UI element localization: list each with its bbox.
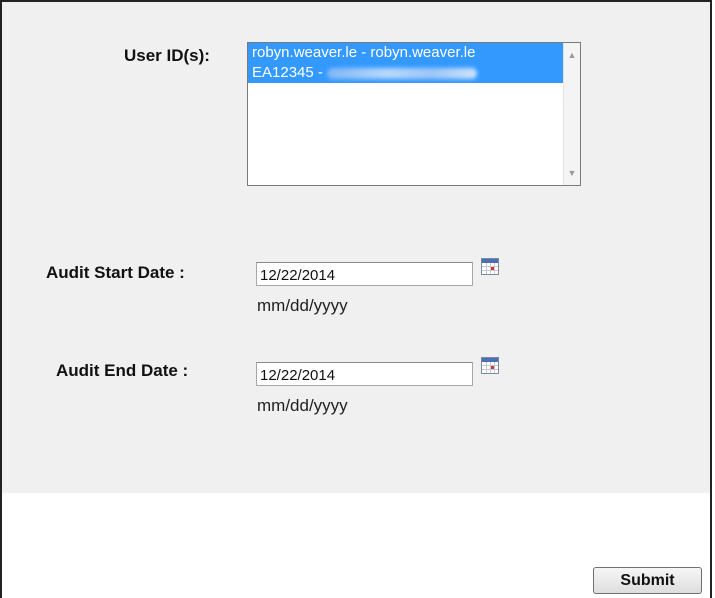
submit-button[interactable]: Submit <box>593 567 702 594</box>
calendar-icon[interactable] <box>481 357 499 374</box>
user-ids-listbox[interactable]: robyn.weaver.le - robyn.weaver.le EA1234… <box>247 42 581 186</box>
audit-start-date-format-hint: mm/dd/yyyy <box>257 296 348 315</box>
scroll-down-arrow-icon[interactable]: ▼ <box>564 165 580 181</box>
list-item[interactable]: robyn.weaver.le - robyn.weaver.le <box>248 43 563 63</box>
audit-end-date-label: Audit End Date : <box>56 361 189 380</box>
list-item-text: EA12345 - <box>252 64 323 81</box>
scroll-up-arrow-icon[interactable]: ▲ <box>564 47 580 63</box>
audit-end-date-format-hint: mm/dd/yyyy <box>257 396 348 415</box>
list-item-text: robyn.weaver.le - robyn.weaver.le <box>252 44 476 61</box>
calendar-icon[interactable] <box>481 258 499 275</box>
user-ids-list: robyn.weaver.le - robyn.weaver.le EA1234… <box>248 43 563 185</box>
list-item[interactable]: EA12345 - <box>248 63 563 83</box>
audit-start-date-input[interactable] <box>256 262 473 286</box>
user-ids-label: User ID(s): <box>124 46 210 65</box>
listbox-scrollbar[interactable]: ▲ ▼ <box>563 43 580 185</box>
redacted-text <box>326 67 477 79</box>
audit-end-date-input[interactable] <box>256 362 473 386</box>
audit-start-date-label: Audit Start Date : <box>46 263 185 282</box>
